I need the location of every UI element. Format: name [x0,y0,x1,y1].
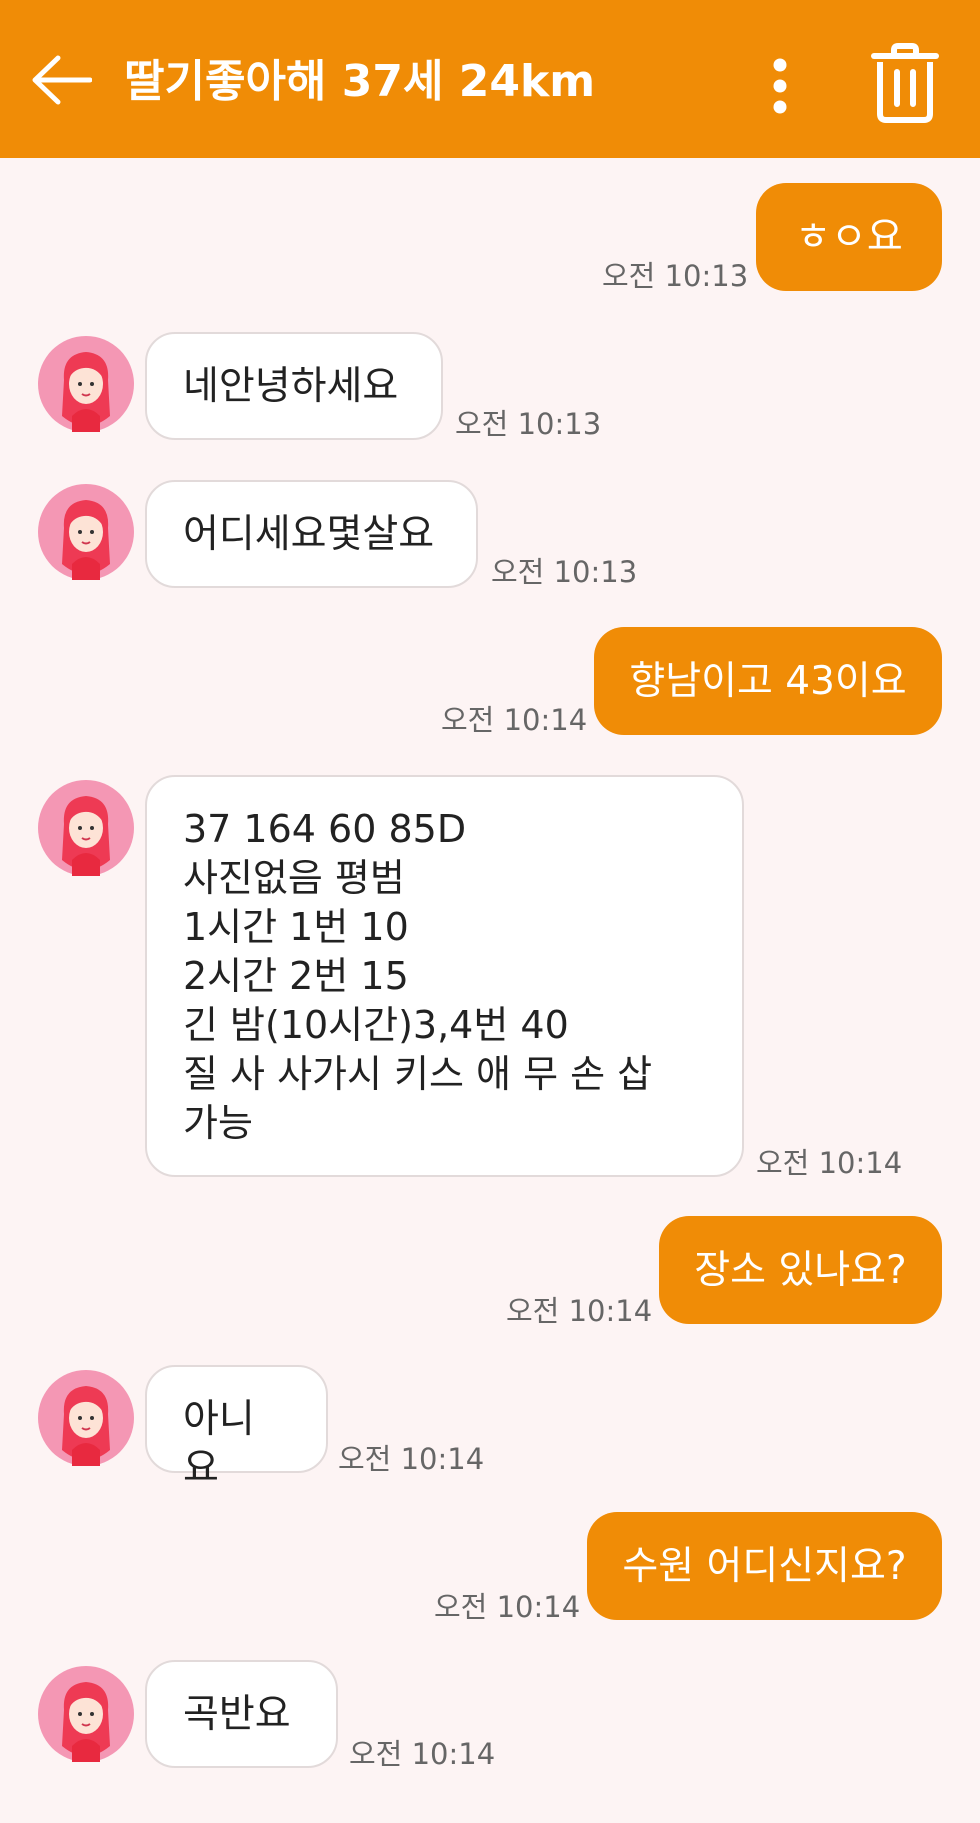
received-message-bubble[interactable]: 네안녕하세요 [145,332,443,440]
more-options-button[interactable] [750,46,810,126]
sent-message-bubble[interactable]: 장소 있나요? [659,1216,942,1324]
message-time: 오전 10:13 [602,259,749,293]
arrow-left-icon [32,55,92,105]
message-time: 오전 10:14 [434,1590,581,1624]
avatar[interactable] [38,780,134,876]
more-vertical-icon [773,58,787,114]
back-button[interactable] [26,45,96,115]
avatar[interactable] [38,336,134,432]
trash-icon [871,43,939,123]
received-message-bubble[interactable]: 어디세요몇살요 [145,480,478,588]
message-time: 오전 10:14 [756,1146,903,1180]
message-time: 오전 10:14 [338,1442,485,1476]
message-time: 오전 10:14 [506,1294,653,1328]
sent-message-bubble[interactable]: 향남이고 43이요 [594,627,942,735]
delete-chat-button[interactable] [860,38,950,128]
received-message-bubble[interactable]: 곡반요 [145,1660,338,1768]
avatar[interactable] [38,1370,134,1466]
sent-message-bubble[interactable]: 수원 어디신지요? [587,1512,942,1620]
message-time: 오전 10:14 [441,703,588,737]
message-time: 오전 10:14 [349,1737,496,1771]
sent-message-bubble[interactable]: ㅎㅇ요 [756,183,942,291]
chat-title: 딸기좋아해 37세 24km [124,56,596,107]
avatar[interactable] [38,484,134,580]
avatar[interactable] [38,1666,134,1762]
received-message-bubble[interactable]: 37 164 60 85D 사진없음 평범 1시간 1번 10 2시간 2번 1… [145,775,744,1177]
received-message-bubble[interactable]: 아니요 [145,1365,328,1491]
chat-header: 딸기좋아해 37세 24km [0,0,980,158]
message-time: 오전 10:13 [455,407,602,441]
message-time: 오전 10:13 [491,555,638,589]
